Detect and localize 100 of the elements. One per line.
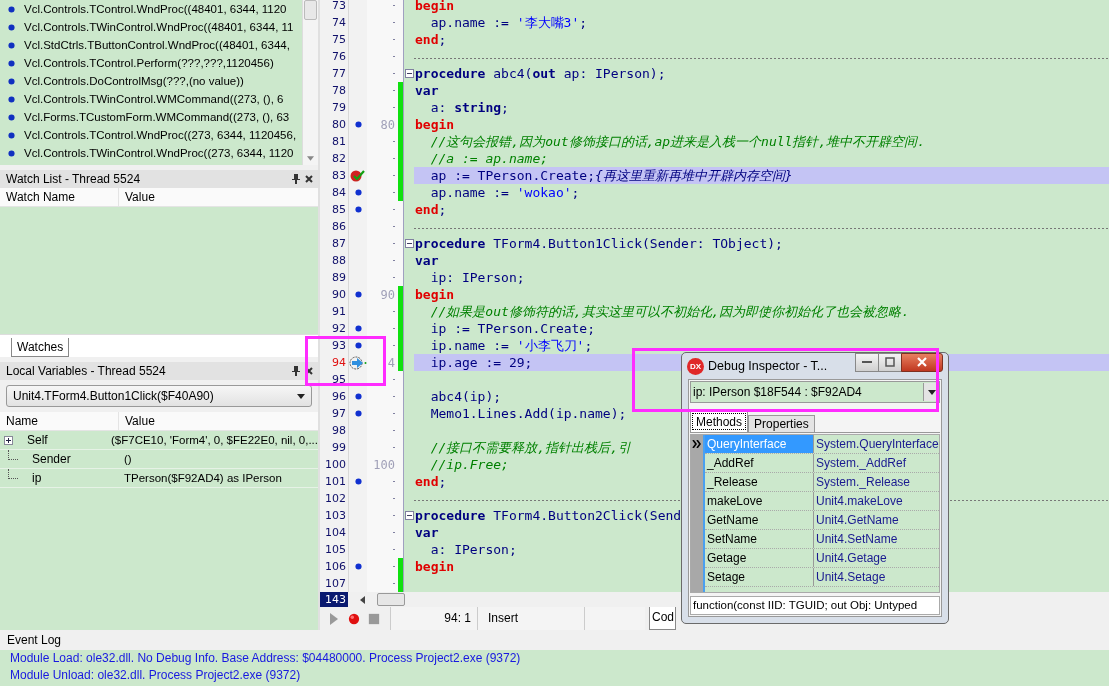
code-line: begin xyxy=(415,117,455,132)
method-name[interactable]: SetName xyxy=(705,530,814,548)
code-line: ip: IPerson; xyxy=(429,270,525,285)
line-number: 89 xyxy=(331,270,347,286)
collapse-icon[interactable] xyxy=(404,511,414,520)
breakpoint-dot-icon[interactable] xyxy=(354,189,362,196)
breakpoint-dot-icon[interactable] xyxy=(354,393,362,400)
close-icon[interactable] xyxy=(305,367,313,375)
frame-icon xyxy=(8,95,15,103)
line-number: 103 xyxy=(324,508,347,524)
code-line: //a := ap.name; xyxy=(429,151,549,166)
gutter-number: 90 xyxy=(380,287,395,302)
close-button[interactable] xyxy=(901,352,943,372)
maximize-button[interactable] xyxy=(878,352,902,372)
frame-icon xyxy=(8,59,15,67)
method-name[interactable]: _Release xyxy=(705,473,814,491)
code-line: //ip.Free; xyxy=(429,457,509,472)
stack-frame[interactable]: Vcl.Controls.TControl.Perform(???,???,1120456) xyxy=(24,57,274,69)
pin-icon[interactable] xyxy=(292,174,300,184)
inspector-tab[interactable]: Properties xyxy=(748,415,815,432)
line-number: 105 xyxy=(324,542,347,558)
line-number: 101 xyxy=(324,474,347,490)
stack-frame[interactable]: Vcl.Controls.TWinControl.WndProc((273, 6344, 1120 xyxy=(24,147,294,159)
gutter-number: 80 xyxy=(380,117,395,132)
panel-title: Event Log xyxy=(7,633,62,647)
code-line: ap.name := '李大嘴3'; xyxy=(429,15,588,30)
scrollbar[interactable] xyxy=(302,0,318,165)
breakpoint-dot-icon[interactable] xyxy=(354,325,362,332)
breakpoint-dot-icon[interactable] xyxy=(354,291,362,298)
expression-dropdown[interactable]: ip: IPerson $18F544 : $F92AD4 xyxy=(690,381,940,403)
code-line: procedure abc4(out ap: IPerson); xyxy=(415,66,666,81)
breakpoint-dot-icon[interactable] xyxy=(354,121,362,128)
column-header[interactable]: Value xyxy=(119,412,155,430)
line-number: 84 xyxy=(331,185,347,201)
editor-tab[interactable]: Cod xyxy=(649,607,676,630)
expand-icon[interactable] xyxy=(4,435,13,445)
variable-name: Self xyxy=(27,433,48,447)
method-value: System._AddRef xyxy=(815,455,907,472)
method-name[interactable]: makeLove xyxy=(705,492,814,510)
line-number: 83 xyxy=(331,168,347,184)
method-value: System._Release xyxy=(815,474,911,491)
method-name[interactable]: Getage xyxy=(705,549,814,567)
frame-icon xyxy=(8,149,15,157)
line-number: 106 xyxy=(324,559,347,575)
collapse-icon[interactable] xyxy=(404,239,414,248)
method-value: System.QueryInterface xyxy=(815,436,939,453)
line-number: 99 xyxy=(331,440,347,456)
method-name[interactable]: GetName xyxy=(705,511,814,529)
caret-icon xyxy=(927,389,936,395)
frame-icon xyxy=(8,77,15,85)
code-line: Memo1.Lines.Add(ip.name); xyxy=(429,406,627,421)
code-line: ip.name := '小李飞刀'; xyxy=(429,338,593,353)
method-name[interactable]: Setage xyxy=(705,568,814,586)
stack-frame[interactable]: Vcl.Controls.TControl.WndProc((273, 6344, 1120456, xyxy=(24,129,297,141)
code-line: var xyxy=(415,83,439,98)
line-number: 90 xyxy=(331,287,347,303)
code-line: ip := TPerson.Create; xyxy=(429,321,595,336)
code-line: procedure TForm4.Button1Click(Sender: TObject); xyxy=(415,236,783,251)
inspector-tab[interactable]: Methods xyxy=(690,411,749,432)
minimize-button[interactable] xyxy=(855,352,879,372)
line-number: 102 xyxy=(324,491,347,507)
column-header[interactable]: Value xyxy=(119,188,155,206)
breakpoint-dot-icon[interactable] xyxy=(354,478,362,485)
close-icon[interactable] xyxy=(305,175,313,183)
line-number: 74 xyxy=(331,15,347,31)
code-line: abc4(ip); xyxy=(429,389,502,404)
pin-icon[interactable] xyxy=(292,366,300,376)
log-entry: Module Unload: ole32.dll. Process Project2.exe (9372) xyxy=(10,667,302,684)
code-line: end; xyxy=(415,32,447,47)
scroll-down-icon[interactable] xyxy=(307,156,314,161)
execution-arrow-icon xyxy=(349,355,367,370)
variable-value: ($F7CE10, 'Form4', 0, $FE22E0, nil, 0,... xyxy=(110,434,318,446)
code-line: begin xyxy=(415,0,455,13)
breakpoint-check-icon[interactable] xyxy=(350,168,366,183)
stack-frame[interactable]: Vcl.StdCtrls.TButtonControl.WndProc((48401, 6344, xyxy=(24,39,290,51)
stack-frame[interactable]: Vcl.Forms.TCustomForm.WMCommand((273, (), 63 xyxy=(24,111,290,123)
method-value: Unit4.makeLove xyxy=(815,493,903,510)
record-icon[interactable] xyxy=(348,611,360,626)
stack-frame[interactable]: Vcl.Controls.TControl.WndProc((48401, 6344, 1120 xyxy=(24,3,287,15)
code-line: end; xyxy=(415,474,447,489)
scroll-thumb[interactable] xyxy=(304,0,317,20)
breakpoint-dot-icon[interactable] xyxy=(354,563,362,570)
code-line: var xyxy=(415,525,439,540)
stack-frame[interactable]: Vcl.Controls.DoControlMsg(???,(no value)) xyxy=(24,75,244,87)
stack-frame[interactable]: Vcl.Controls.TWinControl.WndProc((48401, 6344, 11 xyxy=(24,21,294,33)
code-line: procedure TForm4.Button2Click(Send xyxy=(415,508,682,523)
line-number: 98 xyxy=(331,423,347,439)
scroll-left-icon[interactable] xyxy=(360,595,365,604)
panel-tab[interactable]: Watches xyxy=(11,338,70,357)
breakpoint-dot-icon[interactable] xyxy=(354,342,362,349)
collapse-icon[interactable] xyxy=(404,69,414,78)
frame-dropdown[interactable]: Unit4.TForm4.Button1Click($F40A90) xyxy=(6,385,312,407)
method-name[interactable]: _AddRef xyxy=(705,454,814,472)
column-header[interactable]: Watch Name xyxy=(0,188,119,206)
column-header[interactable]: Name xyxy=(0,412,119,430)
breakpoint-dot-icon[interactable] xyxy=(354,410,362,417)
breakpoint-dot-icon[interactable] xyxy=(354,206,362,213)
scroll-thumb[interactable] xyxy=(377,593,405,606)
stack-frame[interactable]: Vcl.Controls.TWinControl.WMCommand((273, (), 6 xyxy=(24,93,284,105)
line-number: 96 xyxy=(331,389,347,405)
